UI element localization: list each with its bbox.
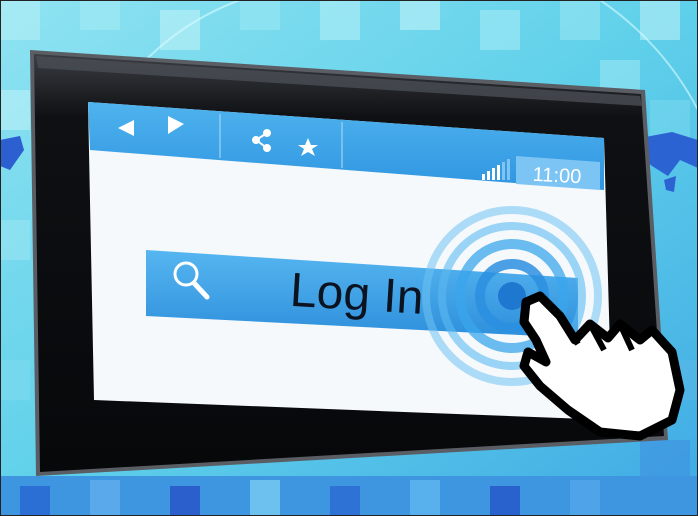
image-border [0, 0, 698, 516]
